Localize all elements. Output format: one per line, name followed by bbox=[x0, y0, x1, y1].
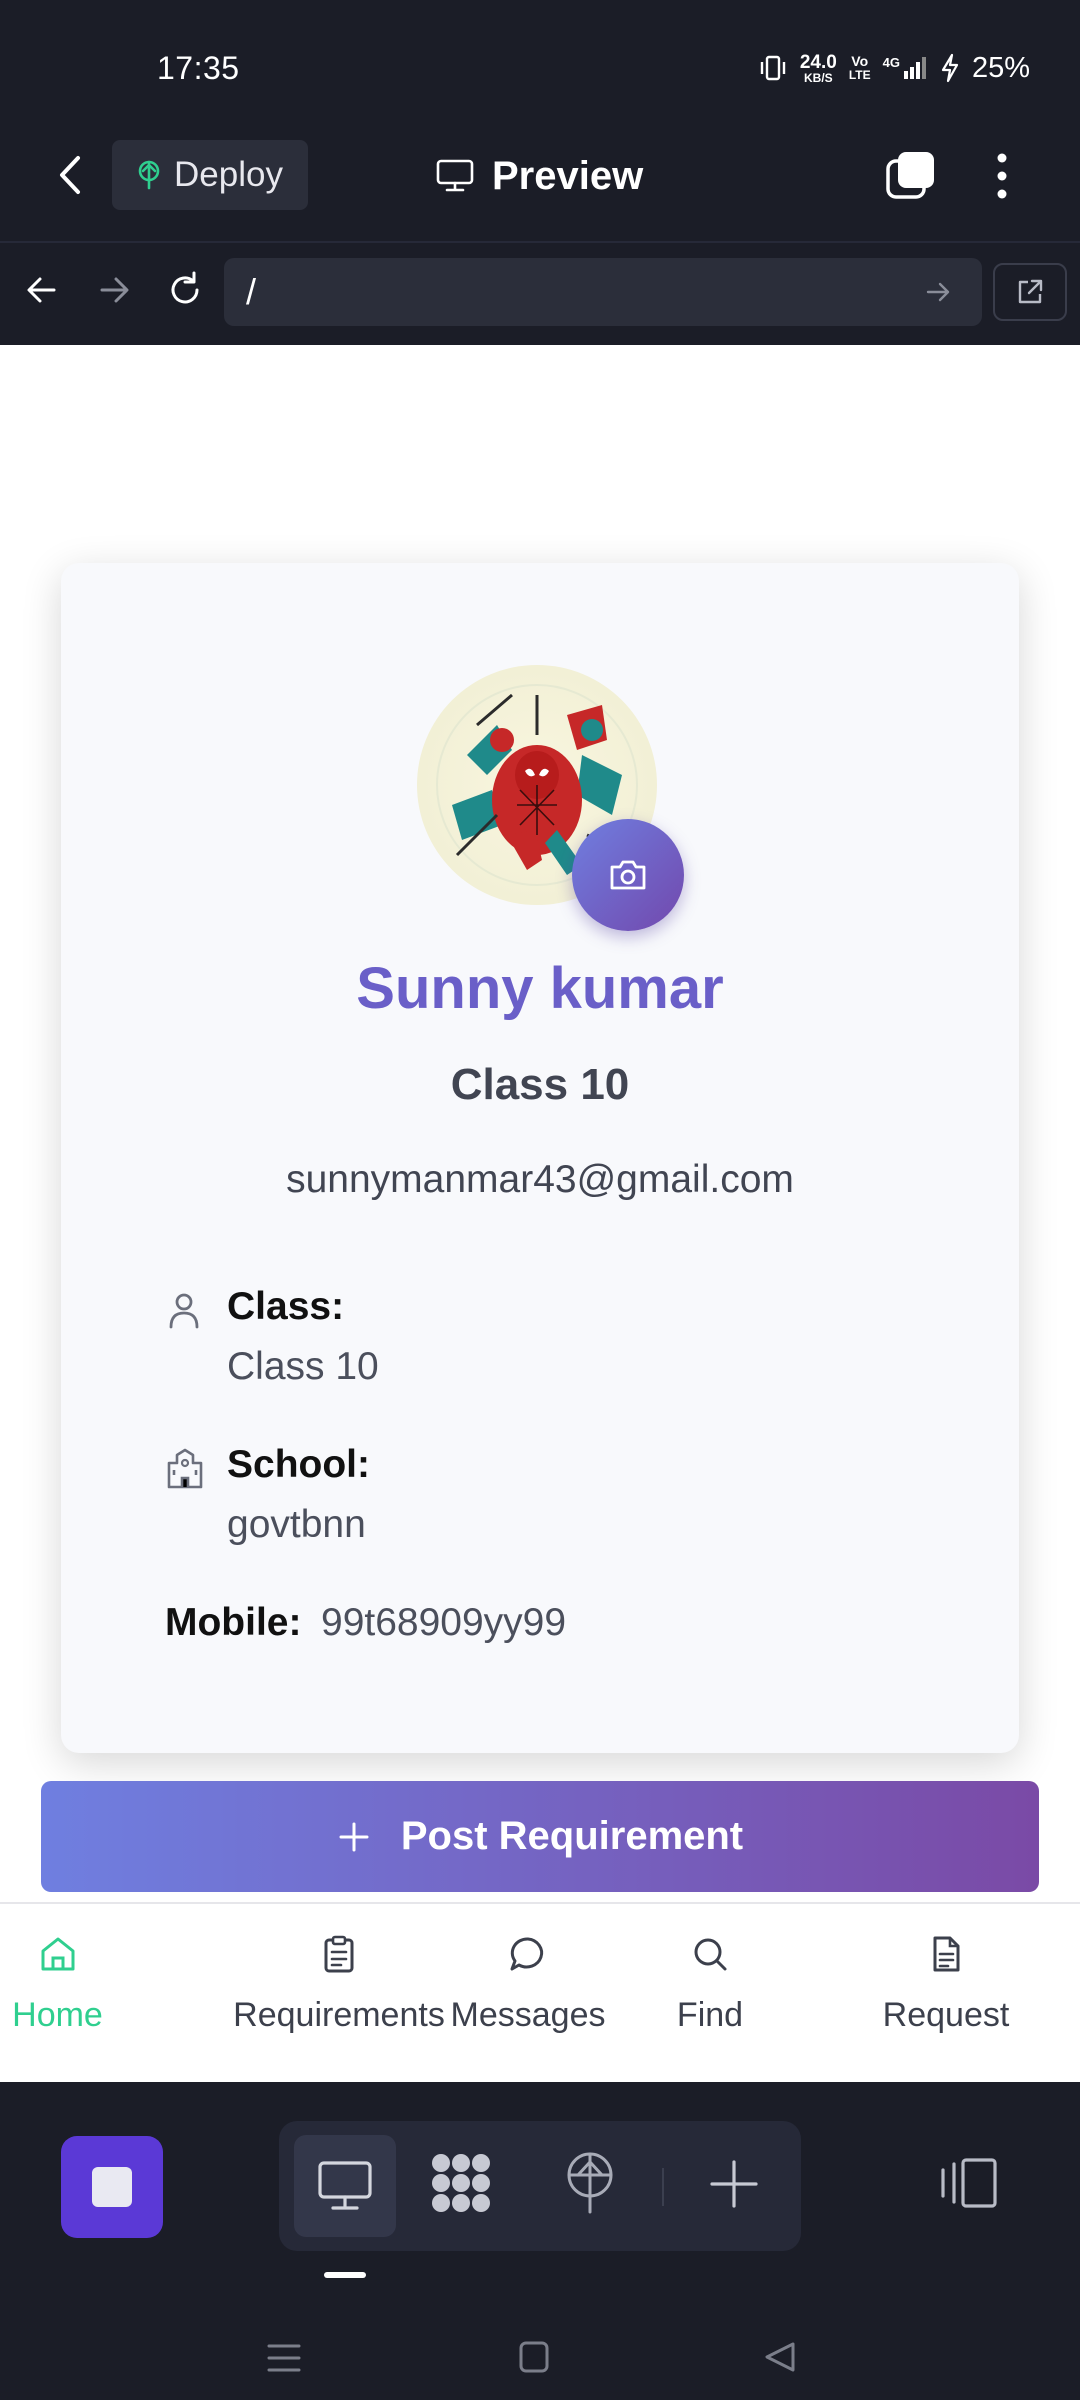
tab-home-label: Home bbox=[12, 1996, 103, 2034]
post-requirement-button[interactable]: Post Requirement bbox=[41, 1781, 1039, 1892]
triangle-back-icon bbox=[765, 2342, 795, 2372]
monitor-icon bbox=[318, 2161, 372, 2210]
browser-forward-button[interactable] bbox=[94, 270, 134, 310]
net-speed: 24.0 KB/S bbox=[800, 53, 837, 84]
system-back-button[interactable] bbox=[762, 2340, 798, 2374]
preview-label: Preview bbox=[492, 153, 644, 198]
active-tool-indicator bbox=[324, 2272, 366, 2278]
go-button[interactable] bbox=[924, 278, 952, 306]
arrow-right-icon bbox=[926, 282, 950, 302]
reload-button[interactable] bbox=[163, 268, 207, 312]
school-label: School: bbox=[227, 1443, 370, 1486]
user-name: Sunny kumar bbox=[356, 956, 724, 1021]
preview-title: Preview bbox=[436, 148, 643, 204]
profile-card: Sunny kumar Class 10 sunnymanmar43@gmail… bbox=[61, 563, 1019, 1753]
tab-find[interactable]: Find bbox=[630, 1904, 790, 2082]
monitor-icon bbox=[436, 159, 474, 192]
stop-button[interactable] bbox=[61, 2136, 163, 2238]
net-speed-value: 24.0 bbox=[799, 51, 837, 73]
back-button[interactable] bbox=[50, 150, 94, 200]
apps-grid-icon bbox=[432, 2154, 490, 2212]
deploy-label: Deploy bbox=[174, 155, 283, 194]
user-icon bbox=[167, 1291, 201, 1331]
tab-request[interactable]: Request bbox=[866, 1904, 1026, 2082]
deploy-icon bbox=[138, 160, 160, 190]
arrow-left-icon bbox=[27, 277, 56, 303]
recents-icon bbox=[267, 2344, 301, 2372]
more-vertical-icon bbox=[997, 153, 1007, 199]
volte-top: Vo bbox=[851, 53, 869, 69]
signal-icon: 4G bbox=[883, 55, 928, 81]
browser-back-button[interactable] bbox=[22, 270, 62, 310]
url-text: / bbox=[246, 271, 257, 312]
more-options-button[interactable] bbox=[985, 150, 1020, 202]
url-input[interactable]: / bbox=[224, 258, 982, 326]
tab-messages-label: Messages bbox=[450, 1996, 606, 2034]
post-requirement-label: Post Requirement bbox=[400, 1814, 744, 1858]
chat-bubble-icon bbox=[510, 1937, 544, 1971]
school-icon bbox=[165, 1447, 205, 1489]
status-time: 17:35 bbox=[157, 50, 240, 86]
tabs-icon bbox=[886, 152, 934, 199]
deploy-tool-button[interactable] bbox=[557, 2148, 623, 2218]
home-icon bbox=[41, 1937, 74, 1971]
system-navigation-bar bbox=[0, 2312, 1080, 2400]
volte-indicator: Vo LTE bbox=[849, 54, 871, 82]
battery-level: 25% bbox=[971, 51, 1030, 84]
volte-bottom: LTE bbox=[848, 68, 871, 82]
tab-find-label: Find bbox=[676, 1996, 744, 2034]
charging-icon bbox=[940, 53, 960, 83]
mobile-value: 99t68909yy99 bbox=[321, 1601, 567, 1644]
user-class-heading: Class 10 bbox=[450, 1060, 630, 1109]
class-value: Class 10 bbox=[227, 1345, 379, 1388]
tab-home[interactable]: Home bbox=[0, 1904, 115, 2082]
tab-requirements-label: Requirements bbox=[233, 1996, 445, 2034]
tab-requirements[interactable]: Requirements bbox=[226, 1904, 452, 2082]
status-icons: 24.0 KB/S Vo LTE 4G 25% bbox=[758, 48, 1030, 88]
home-button[interactable] bbox=[518, 2340, 550, 2374]
arrow-right-icon bbox=[100, 277, 129, 303]
web-preview: Sunny kumar Class 10 sunnymanmar43@gmail… bbox=[0, 345, 1080, 2082]
clipboard-icon bbox=[324, 1935, 354, 1973]
net-speed-unit: KB/S bbox=[804, 70, 833, 85]
preview-view-button[interactable] bbox=[294, 2135, 396, 2237]
add-tool-button[interactable] bbox=[708, 2158, 760, 2210]
external-link-icon bbox=[1018, 279, 1043, 304]
side-panel-icon bbox=[941, 2158, 997, 2208]
user-email: sunnymanmar43@gmail.com bbox=[286, 1158, 794, 1201]
search-icon bbox=[694, 1938, 727, 1971]
tabs-button[interactable] bbox=[885, 149, 937, 201]
school-value: govtbnn bbox=[227, 1503, 366, 1546]
class-label: Class: bbox=[227, 1285, 345, 1328]
chevron-left-icon bbox=[60, 156, 80, 194]
change-photo-button[interactable] bbox=[572, 819, 684, 931]
mobile-label: Mobile: bbox=[165, 1601, 302, 1644]
toolbar-divider bbox=[662, 2168, 664, 2206]
tab-request-label: Request bbox=[882, 1996, 1010, 2034]
camera-icon bbox=[610, 860, 646, 890]
status-bar: 17:35 24.0 KB/S Vo LTE 4G 25% bbox=[0, 0, 1080, 130]
panel-toggle-button[interactable] bbox=[935, 2156, 1001, 2212]
tab-messages[interactable]: Messages bbox=[448, 1904, 608, 2082]
recent-apps-button[interactable] bbox=[266, 2342, 302, 2374]
plus-icon bbox=[339, 1822, 369, 1851]
document-icon bbox=[933, 1936, 960, 1972]
vibrate-icon bbox=[758, 53, 788, 83]
open-external-button[interactable] bbox=[993, 263, 1067, 321]
reload-icon bbox=[171, 271, 199, 304]
square-home-icon bbox=[519, 2341, 549, 2373]
network-type: 4G bbox=[882, 55, 900, 70]
stop-icon bbox=[92, 2167, 132, 2207]
deploy-icon bbox=[567, 2152, 613, 2214]
bottom-tab-bar: Home Requirements Messages Find Request bbox=[0, 1902, 1080, 2082]
deploy-button[interactable]: Deploy bbox=[112, 140, 308, 210]
plus-icon bbox=[710, 2160, 758, 2208]
integrations-button[interactable] bbox=[428, 2150, 494, 2216]
